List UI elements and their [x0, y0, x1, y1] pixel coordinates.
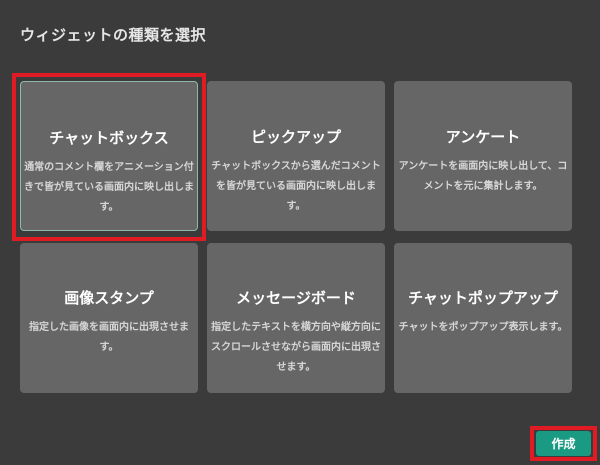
widget-card-title: チャットポップアップ [408, 289, 558, 307]
widget-card-description: 指定したテキストを横方向や縦方向にスクロールさせながら画面内に出現させます。 [211, 322, 381, 373]
widget-card-description: 通常のコメント欄をアニメーション付きで皆が見ている画面内に映し出します。 [24, 162, 194, 213]
widget-card-chatbox[interactable]: チャットボックス 通常のコメント欄をアニメーション付きで皆が見ている画面内に映し… [20, 81, 198, 231]
widget-card-description: チャットをポップアップ表示します。 [398, 322, 568, 333]
create-button[interactable]: 作成 [536, 431, 591, 456]
widget-card-survey[interactable]: アンケート アンケートを画面内に映し出して、コメントを元に集計します。 [394, 81, 572, 231]
widget-card-image-stamp[interactable]: 画像スタンプ 指定した画像を画面内に出現させます。 [20, 243, 198, 393]
widget-card-message-board[interactable]: メッセージボード 指定したテキストを横方向や縦方向にスクロールさせながら画面内に… [207, 243, 385, 393]
widget-card-chat-popup[interactable]: チャットポップアップ チャットをポップアップ表示します。 [394, 243, 572, 393]
widget-card-description: チャットボックスから選んだコメントを皆が見ている画面内に映し出します。 [211, 161, 381, 212]
widget-card-title: アンケート [445, 128, 521, 146]
widget-card-description: アンケートを画面内に映し出して、コメントを元に集計します。 [398, 161, 568, 192]
widget-grid: チャットボックス 通常のコメント欄をアニメーション付きで皆が見ている画面内に映し… [20, 81, 572, 393]
widget-card-pickup[interactable]: ピックアップ チャットボックスから選んだコメントを皆が見ている画面内に映し出しま… [207, 81, 385, 231]
widget-card-title: 画像スタンプ [64, 289, 154, 307]
widget-card-title: チャットボックス [49, 129, 169, 147]
widget-card-description: 指定した画像を画面内に出現させます。 [29, 322, 189, 353]
widget-card-title: ピックアップ [250, 128, 341, 146]
dialog-title: ウィジェットの種類を選択 [20, 26, 207, 44]
widget-card-title: メッセージボード [236, 289, 356, 307]
